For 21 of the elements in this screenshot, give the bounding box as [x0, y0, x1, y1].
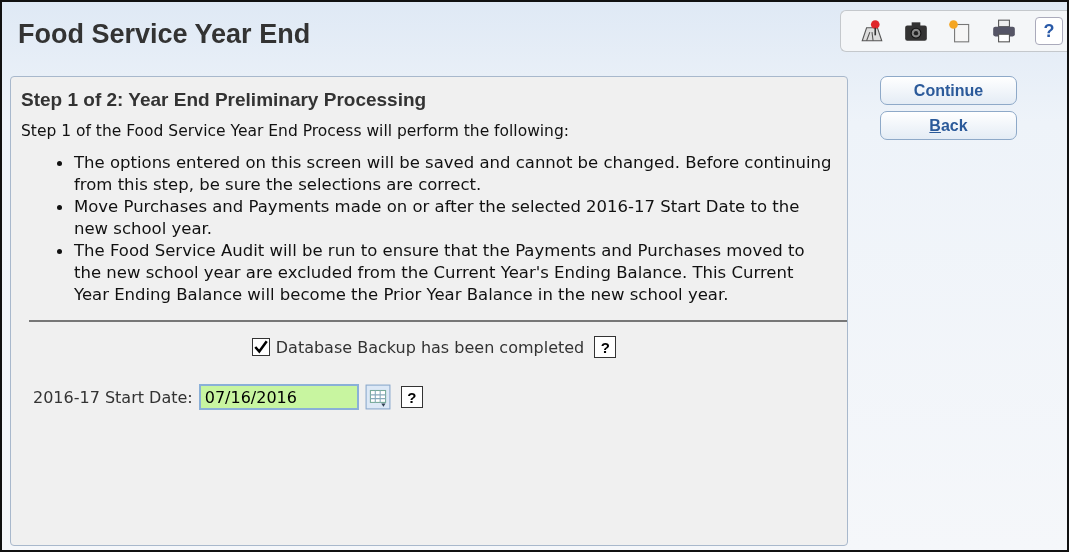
back-button[interactable]: Back: [880, 111, 1017, 140]
help-button[interactable]: ?: [594, 336, 617, 358]
help-button[interactable]: ?: [1035, 17, 1063, 45]
bullet-icon: [57, 249, 62, 254]
backup-label: Database Backup has been completed: [275, 337, 585, 357]
calendar-icon[interactable]: [364, 384, 391, 410]
bullet-text: The options entered on this screen will be saved and cannot be changed. Before continuing from this step, be sure the selections are correct.: [74, 152, 833, 196]
help-button[interactable]: ?: [400, 386, 423, 408]
printer-icon[interactable]: [991, 18, 1017, 44]
bullet-icon: [57, 205, 62, 210]
bullet-icon: [57, 161, 62, 166]
start-date-label: 2016-17 Start Date:: [33, 387, 193, 407]
intro-text: Step 1 of the Food Service Year End Process will perform the following:: [21, 122, 569, 140]
bullet-text: Move Purchases and Payments made on or after the selected 2016-17 Start Date to the new school year.: [74, 196, 801, 240]
start-date-field[interactable]: 07/16/2016: [198, 384, 359, 410]
step-heading: Step 1 of 2: Year End Preliminary Processing: [21, 89, 428, 111]
bullet-text: The Food Service Audit will be run to ensure that the Payments and Purchases moved to the new school year are excluded from the Current Year's Ending Balance. This Current Year Ending Balance will become the Prior Year Balance in the new school year.: [74, 240, 806, 306]
continue-button[interactable]: Continue: [880, 76, 1017, 105]
backup-checkbox[interactable]: [251, 338, 270, 356]
map-pin-icon[interactable]: [859, 18, 885, 44]
window-title: Food Service Year End: [18, 18, 311, 50]
